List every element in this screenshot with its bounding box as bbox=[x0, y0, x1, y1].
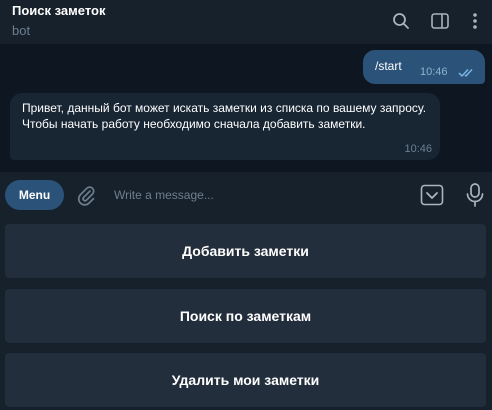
chat-subtitle: bot bbox=[12, 23, 31, 38]
message-time: 10:46 bbox=[420, 66, 448, 78]
chat-title[interactable]: Поиск заметок bbox=[12, 3, 105, 18]
sidebar-toggle-icon[interactable] bbox=[429, 10, 451, 32]
delete-notes-button[interactable]: Удалить мои заметки bbox=[5, 353, 486, 407]
paperclip-icon[interactable] bbox=[75, 184, 97, 206]
more-vertical-icon[interactable] bbox=[464, 10, 486, 32]
message-time: 10:46 bbox=[404, 143, 432, 155]
message-list[interactable]: /start 10:46 Привет, данный бот может ис… bbox=[0, 44, 492, 172]
chat-header: Поиск заметок bot bbox=[0, 0, 492, 44]
incoming-message[interactable]: Привет, данный бот может искать заметки … bbox=[10, 93, 440, 160]
read-checkmarks-icon bbox=[458, 65, 476, 83]
microphone-icon[interactable] bbox=[464, 182, 486, 208]
message-input[interactable] bbox=[110, 184, 408, 206]
message-composer: Menu bbox=[0, 172, 492, 218]
outgoing-message[interactable]: /start 10:46 bbox=[363, 50, 485, 84]
add-notes-button[interactable]: Добавить заметки bbox=[5, 224, 486, 278]
search-icon[interactable] bbox=[390, 10, 412, 32]
message-text: /start bbox=[375, 59, 402, 73]
reply-keyboard: Добавить заметки Поиск по заметкам Удали… bbox=[0, 218, 492, 410]
message-text: Привет, данный бот может искать заметки … bbox=[22, 101, 427, 131]
keyboard-icon[interactable] bbox=[420, 184, 444, 206]
search-notes-button[interactable]: Поиск по заметкам bbox=[5, 289, 486, 343]
bot-menu-button[interactable]: Menu bbox=[5, 180, 64, 210]
